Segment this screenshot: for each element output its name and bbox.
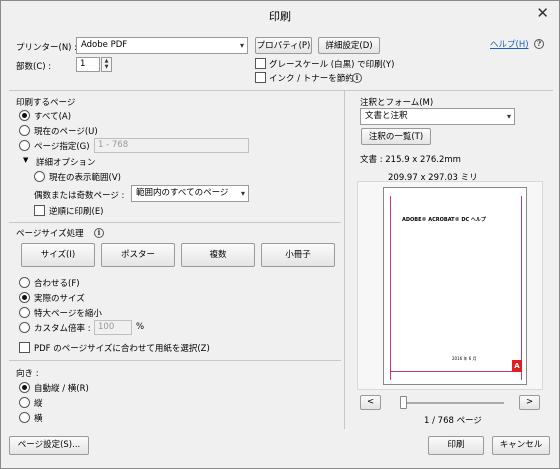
chevron-down-icon: ▾ bbox=[506, 112, 511, 121]
radio-fit-label: 合わせる(F) bbox=[34, 279, 80, 289]
radio-auto-orientation-label: 自動縦 / 横(R) bbox=[34, 384, 89, 394]
grayscale-label: グレースケール (白黒) で印刷(Y) bbox=[269, 60, 395, 70]
summarize-comments-button[interactable]: 注釈の一覧(T) bbox=[361, 128, 431, 145]
print-dialog: 印刷 ✕ プリンター(N) : Adobe PDF ▾ プロパティ(P) 詳細設… bbox=[0, 0, 560, 469]
properties-button[interactable]: プロパティ(P) bbox=[255, 37, 312, 54]
stepper-down-icon[interactable]: ▼ bbox=[102, 64, 111, 70]
radio-custom-scale[interactable] bbox=[19, 322, 30, 333]
reverse-checkbox[interactable] bbox=[34, 205, 45, 216]
radio-current-page[interactable] bbox=[19, 125, 30, 136]
margin-line-right bbox=[521, 196, 522, 380]
grayscale-checkbox[interactable] bbox=[255, 58, 266, 69]
radio-landscape-label: 横 bbox=[34, 414, 43, 424]
page-sizing-heading: ページサイズ処理 bbox=[16, 229, 84, 239]
comments-select[interactable]: 文書と注釈 ▾ bbox=[360, 108, 515, 125]
page-slider-track[interactable] bbox=[400, 402, 504, 404]
copies-input[interactable]: 1 bbox=[76, 57, 100, 72]
odd-even-label: 偶数または奇数ページ : bbox=[34, 191, 125, 201]
radio-all-pages-label: すべて(A) bbox=[34, 112, 72, 122]
comments-heading: 注釈とフォーム(M) bbox=[360, 98, 434, 108]
radio-custom-scale-label: カスタム倍率 : bbox=[34, 324, 91, 334]
comments-select-value: 文書と注釈 bbox=[365, 111, 408, 121]
save-ink-label: インク / トナーを節約 bbox=[269, 74, 354, 84]
page-setup-button[interactable]: ページ設定(S)... bbox=[9, 436, 89, 455]
radio-page-range[interactable] bbox=[19, 140, 30, 151]
radio-current-page-label: 現在のページ(U) bbox=[34, 127, 98, 137]
radio-portrait-label: 縦 bbox=[34, 399, 43, 409]
radio-shrink[interactable] bbox=[19, 307, 30, 318]
tab-poster[interactable]: ポスター bbox=[101, 243, 175, 267]
radio-current-view[interactable] bbox=[34, 171, 45, 182]
percent-label: % bbox=[136, 322, 145, 332]
close-icon[interactable]: ✕ bbox=[536, 4, 549, 22]
radio-all-pages[interactable] bbox=[19, 110, 30, 121]
chevron-down-icon: ▾ bbox=[239, 41, 244, 50]
printer-select[interactable]: Adobe PDF ▾ bbox=[76, 37, 248, 54]
window-title: 印刷 bbox=[269, 10, 291, 23]
divider bbox=[9, 90, 553, 91]
document-size-label: 文書 : 215.9 x 276.2mm bbox=[360, 155, 461, 165]
page-footer: 2016 年 6 月 bbox=[452, 356, 477, 361]
info-icon[interactable]: i bbox=[94, 228, 104, 238]
save-ink-checkbox[interactable] bbox=[255, 72, 266, 83]
page-range-input[interactable]: 1 - 768 bbox=[94, 138, 249, 153]
radio-actual-size-label: 実際のサイズ bbox=[34, 294, 85, 304]
pages-heading: 印刷するページ bbox=[16, 98, 76, 108]
print-button[interactable]: 印刷 bbox=[428, 436, 484, 455]
orientation-heading: 向き : bbox=[16, 369, 39, 379]
next-page-button[interactable]: > bbox=[519, 395, 540, 410]
margin-line-left bbox=[390, 196, 391, 380]
odd-even-select[interactable]: 範囲内のすべてのページ ▾ bbox=[131, 185, 249, 202]
radio-portrait[interactable] bbox=[19, 397, 30, 408]
prev-page-button[interactable]: < bbox=[360, 395, 381, 410]
radio-fit[interactable] bbox=[19, 277, 30, 288]
choose-paper-checkbox[interactable] bbox=[19, 342, 30, 353]
radio-shrink-label: 特大ページを縮小 bbox=[34, 309, 102, 319]
advanced-button[interactable]: 詳細設定(D) bbox=[318, 37, 380, 54]
tab-multiple[interactable]: 複数 bbox=[181, 243, 255, 267]
choose-paper-label: PDF のページサイズに合わせて用紙を選択(Z) bbox=[34, 344, 210, 354]
page-counter: 1 / 768 ページ bbox=[424, 416, 482, 426]
adobe-logo-icon: A bbox=[512, 360, 522, 372]
copies-stepper[interactable]: ▲ ▼ bbox=[101, 57, 112, 72]
page-heading: ADOBE® ACROBAT® DC ヘルプ bbox=[402, 217, 486, 223]
printer-select-value: Adobe PDF bbox=[81, 40, 128, 50]
more-options-label[interactable]: 詳細オプション bbox=[36, 156, 96, 168]
radio-auto-orientation[interactable] bbox=[19, 382, 30, 393]
expand-triangle-icon[interactable]: ▼ bbox=[23, 156, 28, 164]
chevron-down-icon: ▾ bbox=[240, 189, 245, 198]
divider bbox=[9, 222, 341, 223]
tab-size[interactable]: サイズ(I) bbox=[21, 243, 95, 267]
custom-scale-input[interactable]: 100 bbox=[94, 320, 132, 335]
help-link[interactable]: ヘルプ(H) bbox=[490, 38, 529, 50]
copies-label: 部数(C) : bbox=[16, 62, 52, 72]
help-icon[interactable]: ? bbox=[534, 39, 544, 49]
page-slider-thumb[interactable] bbox=[400, 396, 407, 409]
info-icon[interactable]: i bbox=[352, 73, 362, 83]
odd-even-select-value: 範囲内のすべてのページ bbox=[136, 188, 229, 198]
radio-page-range-label: ページ指定(G) bbox=[34, 142, 90, 152]
tab-booklet[interactable]: 小冊子 bbox=[261, 243, 335, 267]
radio-landscape[interactable] bbox=[19, 412, 30, 423]
column-divider bbox=[344, 91, 345, 429]
title-bar: 印刷 ✕ bbox=[1, 1, 559, 29]
cancel-button[interactable]: キャンセル bbox=[492, 436, 550, 455]
radio-actual-size[interactable] bbox=[19, 292, 30, 303]
reverse-label: 逆順に印刷(E) bbox=[49, 207, 104, 217]
radio-current-view-label: 現在の表示範囲(V) bbox=[49, 173, 121, 183]
margin-line-bottom bbox=[390, 371, 522, 372]
printer-label: プリンター(N) : bbox=[16, 43, 78, 53]
divider bbox=[9, 360, 341, 361]
page-preview: ADOBE® ACROBAT® DC ヘルプ 2016 年 6 月 A bbox=[383, 187, 527, 385]
